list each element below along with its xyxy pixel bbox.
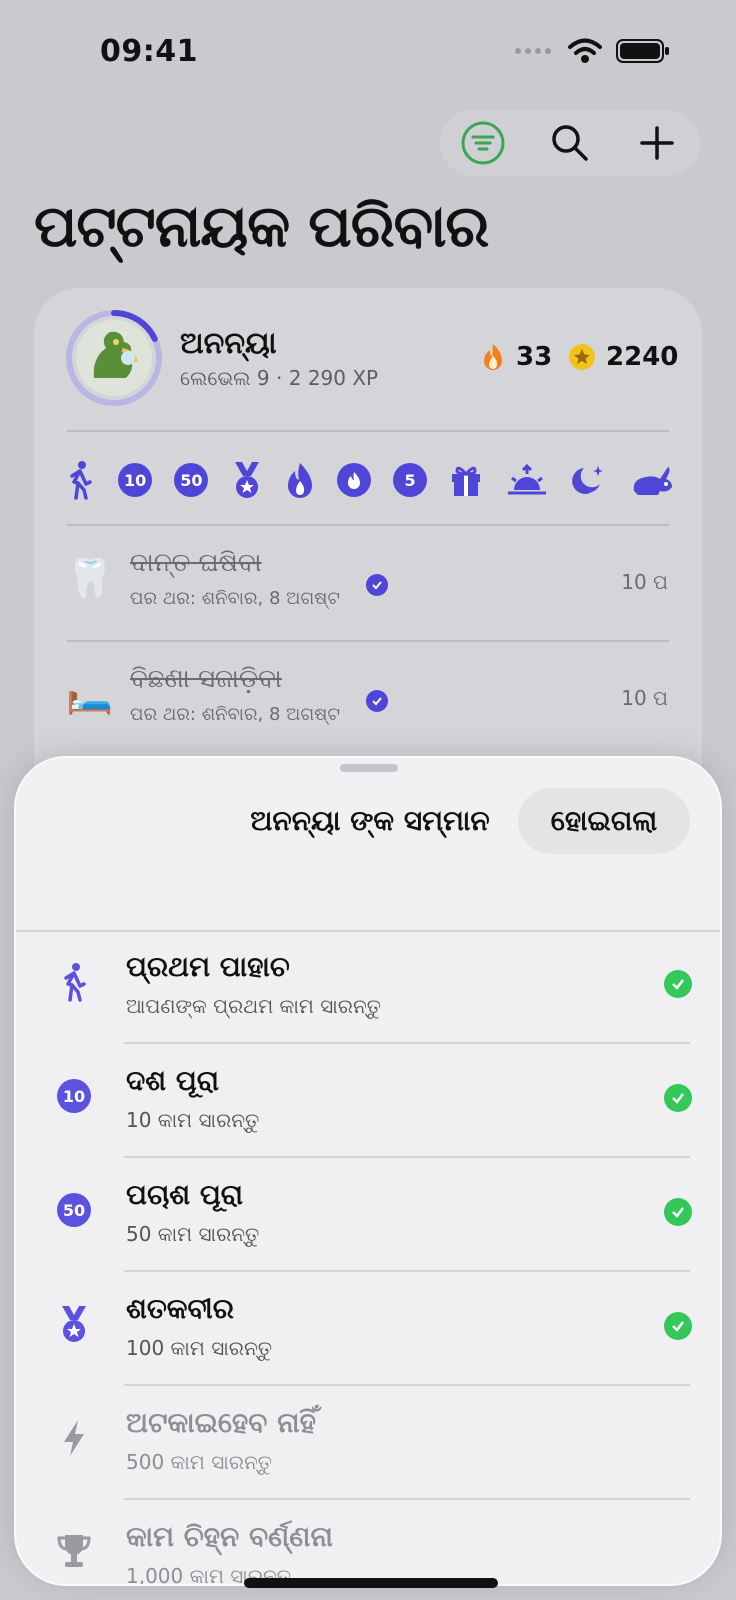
task-next-date: ପର ଥର: ଶନିବାର, 8 ଅଗଷ୍ଟ	[130, 704, 340, 725]
medal-icon	[56, 1306, 92, 1342]
checkmark-icon	[372, 581, 382, 590]
badge-10: 10	[118, 463, 153, 497]
sunrise-icon	[507, 464, 546, 495]
done-button[interactable]: ହୋଇଗଲା	[518, 788, 690, 854]
earned-check-icon	[664, 970, 692, 998]
task-row[interactable]: 🦷 ଦାନ୍ତ ଘଷିବା ପର ଥର: ଶନିବାର, 8 ଅଗଷ୍ଟ 10 …	[64, 542, 674, 622]
gift-icon	[452, 466, 481, 496]
avatar[interactable]	[64, 308, 164, 408]
rabbit-icon	[633, 467, 672, 495]
achievement-badge-number: 10	[57, 1079, 91, 1113]
sheet-grabber[interactable]	[340, 764, 398, 772]
achievement-subtitle: 100 କାମ ସାରନ୍ତୁ	[126, 1336, 272, 1360]
badge-50: 50	[174, 463, 209, 497]
trophy-icon	[56, 1534, 92, 1570]
page-title: ପଟ୍ଟନାୟକ ପରିବାର	[34, 192, 489, 260]
profile-level: ଲେଭେଲ 9 · 2 290 XP	[180, 366, 379, 390]
task-title: ଦାନ୍ତ ଘଷିବା	[130, 548, 262, 578]
achievement-title: ଅଟକାଇହେବ ନାହିଁ	[126, 1406, 316, 1439]
divider	[124, 1156, 690, 1158]
flame-icon	[347, 472, 360, 489]
flame-badge	[336, 463, 371, 497]
achievement-badge-number: 50	[57, 1193, 91, 1227]
achievement-title: ଦଶ ପୂରା	[126, 1064, 220, 1097]
status-time: 09:41	[100, 34, 198, 69]
toolbar	[440, 110, 700, 176]
filter-icon	[461, 121, 505, 165]
add-button[interactable]	[627, 113, 687, 173]
fire-icon	[484, 344, 502, 370]
achievement-subtitle: ଆପଣଙ୍କ ପ୍ରଥମ କାମ ସାରନ୍ତୁ	[126, 994, 381, 1018]
achievement-title: ପଚାଶ ପୂରା	[126, 1178, 244, 1211]
divider	[67, 524, 669, 526]
achievement-row[interactable]: 10 ଦଶ ପୂରା 10 କାମ ସାରନ୍ତୁ	[16, 1046, 720, 1158]
streak-count: 33	[516, 342, 553, 372]
streak-stat: 33	[480, 342, 552, 372]
flame-icon	[287, 463, 312, 498]
achievement-row[interactable]: କାମ ଚିହ୍ନ ବର୍ଣ୍ଣନା 1,000 କାମ ସାରନ୍ତୁ	[16, 1502, 720, 1584]
achievement-row[interactable]: ଶତକବୀର 100 କାମ ସାରନ୍ତୁ	[16, 1274, 720, 1386]
divider	[124, 1384, 690, 1386]
achievements-sheet: ଅନନ୍ୟା ଙ୍କ ସମ୍ମାନ ହୋଇଗଲା ପ୍ରଥମ ପାହାଚ ଆପଣ…	[14, 756, 722, 1586]
search-icon	[552, 125, 588, 161]
task-title: ବିଛଣା ସଜାଡ଼ିବା	[130, 664, 282, 694]
walk-icon	[70, 461, 92, 500]
achievement-subtitle: 500 କାମ ସାରନ୍ତୁ	[126, 1450, 272, 1474]
coins-stat: 2240	[568, 342, 678, 372]
bed-icon: 🛏️	[66, 672, 114, 716]
divider	[124, 1042, 690, 1044]
earned-check-icon	[664, 1198, 692, 1226]
achievement-title: ଶତକବୀର	[126, 1292, 234, 1325]
task-row[interactable]: 🛏️ ବିଛଣା ସଜାଡ଼ିବା ପର ଥର: ଶନିବାର, 8 ଅଗଷ୍ଟ…	[64, 658, 674, 738]
fifty-badge-icon: 50	[56, 1192, 92, 1228]
task-points: 10 ପ	[621, 570, 668, 594]
achievement-row[interactable]: 50 ପଚାଶ ପୂରା 50 କାମ ସାରନ୍ତୁ	[16, 1160, 720, 1272]
status-icons	[514, 38, 670, 64]
badge-row[interactable]: 10 50 5	[64, 456, 674, 504]
divider	[67, 640, 669, 642]
divider	[124, 1270, 690, 1272]
earned-check-icon	[664, 1312, 692, 1340]
achievement-title: କାମ ଚିହ୍ନ ବର୍ଣ୍ଣନା	[126, 1520, 333, 1553]
search-button[interactable]	[540, 113, 600, 173]
battery-icon	[616, 39, 669, 63]
divider	[67, 430, 669, 432]
tooth-icon: 🦷	[66, 556, 114, 600]
earned-check-icon	[664, 1084, 692, 1112]
status-bar: 09:41	[0, 0, 736, 100]
achievement-subtitle: 50 କାମ ସାରନ୍ତୁ	[126, 1222, 260, 1246]
moon-icon	[571, 466, 603, 494]
profile-name: ଅନନ୍ୟା	[180, 326, 277, 361]
achievement-subtitle: 10 କାମ ସାରନ୍ତୁ	[126, 1108, 260, 1132]
coins-count: 2240	[606, 342, 679, 372]
achievement-title: ପ୍ରଥମ ପାହାଚ	[126, 950, 290, 983]
divider	[124, 1498, 690, 1500]
plus-icon	[639, 126, 674, 160]
medal-icon	[234, 462, 259, 498]
signal-icon	[515, 48, 551, 54]
achievement-row[interactable]: ଅଟକାଇହେବ ନାହିଁ 500 କାମ ସାରନ୍ତୁ	[16, 1388, 720, 1500]
walk-icon	[56, 963, 92, 1002]
task-done-check[interactable]	[366, 574, 388, 596]
filter-button[interactable]	[453, 113, 513, 173]
achievement-row[interactable]: ପ୍ରଥମ ପାହାଚ ଆପଣଙ୍କ ପ୍ରଥମ କାମ ସାରନ୍ତୁ	[16, 932, 720, 1044]
task-next-date: ପର ଥର: ଶନିବାର, 8 ଅଗଷ୍ଟ	[130, 588, 340, 609]
checkmark-icon	[372, 697, 382, 706]
badge-5: 5	[393, 463, 428, 497]
star-coin-icon	[569, 344, 595, 370]
home-indicator[interactable]	[244, 1578, 498, 1588]
bolt-icon	[56, 1420, 92, 1456]
wifi-icon	[568, 38, 602, 63]
task-points: 10 ପ	[621, 686, 668, 710]
ten-badge-icon: 10	[56, 1078, 92, 1114]
task-done-check[interactable]	[366, 690, 388, 712]
